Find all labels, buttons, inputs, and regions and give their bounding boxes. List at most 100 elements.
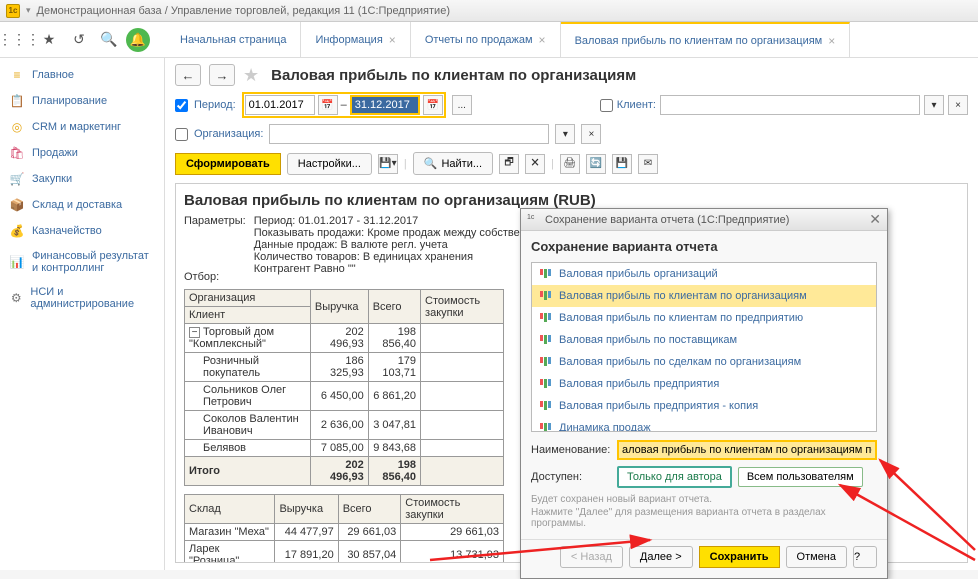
hint-text: Будет сохранен новый вариант отчета. [531,494,877,505]
variant-item[interactable]: Динамика продаж [532,417,876,432]
report-table-warehouses: СкладВыручкаВсегоСтоимость закупки Магаз… [184,494,504,563]
sidebar-item-crm[interactable]: ◎CRM и маркетинг [0,114,164,140]
collapse-icon[interactable]: 🗙 [525,154,545,174]
dash: – [341,99,347,111]
variant-item[interactable]: Валовая прибыль организаций [532,263,876,285]
table-row[interactable]: Ларек "Розница"17 891,2030 857,0413 731,… [185,541,504,564]
history-icon[interactable]: ↺ [66,27,92,53]
star-icon[interactable]: ★ [36,27,62,53]
generate-button[interactable]: Сформировать [175,153,281,175]
client-dropdown-icon[interactable]: ▾ [924,95,944,115]
navigation-sidebar: ≡Главное 📋Планирование ◎CRM и маркетинг … [0,58,165,570]
back-button[interactable]: < Назад [560,546,623,568]
period-ellipsis-button[interactable]: ... [452,95,472,115]
calendar-icon[interactable]: 📅 [423,95,443,115]
notification-bell-icon[interactable]: 🔔 [126,28,150,52]
favorite-star-icon[interactable]: ★ [243,65,259,86]
org-dropdown-icon[interactable]: ▾ [555,124,575,144]
dropdown-icon[interactable]: ▾ [26,5,31,16]
variant-label: Валовая прибыль организаций [559,268,718,280]
variant-name-input[interactable] [617,440,877,460]
tab-info[interactable]: Информация× [301,22,410,57]
dialog-titlebar[interactable]: 1c Сохранение варианта отчета (1С:Предпр… [521,209,887,231]
sidebar-item-fin[interactable]: 📊Финансовый результат и контроллинг [0,244,164,280]
client-checkbox[interactable] [600,99,613,112]
cell: 6 450,00 [310,382,368,411]
org-checkbox[interactable] [175,128,188,141]
email-icon[interactable]: ✉ [638,154,658,174]
sidebar-item-warehouse[interactable]: 📦Склад и доставка [0,192,164,218]
name-label: Наименование: [531,444,611,456]
period-checkbox[interactable] [175,99,188,112]
app-logo: 1c [527,214,539,226]
th-cost: Стоимость закупки [401,495,504,524]
th-wh: Склад [185,495,275,524]
table-row[interactable]: Магазин "Меха"44 477,9729 661,0329 661,0… [185,524,504,541]
date-from-input[interactable] [245,95,315,115]
tab-gross-profit[interactable]: Валовая прибыль по клиентам по организац… [561,22,851,57]
sidebar-item-nsi[interactable]: ⚙НСИ и администрирование [0,280,164,316]
table-row[interactable]: Сольников Олег Петрович6 450,006 861,20 [185,382,504,411]
date-to-input[interactable] [350,95,420,115]
sidebar-item-purchases[interactable]: 🛒Закупки [0,166,164,192]
table-row[interactable]: Розничный покупатель186 325,93179 103,71 [185,353,504,382]
variant-list[interactable]: Валовая прибыль организаций Валовая приб… [531,262,877,432]
table-row[interactable]: Белявов7 085,009 843,68 [185,440,504,457]
find-button[interactable]: 🔍Найти... [413,152,493,175]
cart-icon: 🛒 [10,172,24,186]
cell: Торговый дом "Комплексный" [189,326,274,350]
close-icon[interactable]: × [539,33,546,47]
back-button[interactable]: ← [175,64,201,86]
apps-icon[interactable]: ⋮⋮⋮ [6,27,32,53]
save-button[interactable]: Сохранить [699,546,780,568]
variant-item[interactable]: Валовая прибыль предприятия [532,373,876,395]
org-clear-icon[interactable]: × [581,124,601,144]
calendar-icon[interactable]: 📅 [318,95,338,115]
cell: 9 843,68 [368,440,420,457]
variant-label: Динамика продаж [559,422,651,432]
variant-label: Валовая прибыль предприятия [559,378,719,390]
variant-item[interactable]: Валовая прибыль по поставщикам [532,329,876,351]
table-row[interactable]: Соколов Валентин Иванович2 636,003 047,8… [185,411,504,440]
author-only-toggle[interactable]: Только для автора [617,466,732,488]
save-variant-icon[interactable]: 💾▾ [378,154,398,174]
expand-icon[interactable]: 🗗 [499,154,519,174]
cell: 30 857,04 [338,541,401,564]
availability-label: Доступен: [531,471,611,483]
variant-item[interactable]: Валовая прибыль по клиентам по предприят… [532,307,876,329]
close-icon[interactable]: × [828,34,835,48]
sidebar-item-planning[interactable]: 📋Планирование [0,88,164,114]
org-input[interactable] [269,124,549,144]
chart-icon [540,379,553,389]
close-icon[interactable]: ✕ [869,211,881,228]
variant-item[interactable]: Валовая прибыль по клиентам по организац… [532,285,876,307]
chart-icon [540,291,553,301]
sidebar-item-sales[interactable]: 🛍Продажи [0,140,164,166]
next-button[interactable]: Далее > [629,546,693,568]
print-icon[interactable]: 🖨 [560,154,580,174]
help-button[interactable]: ? [853,546,877,568]
cell: Белявов [185,440,311,457]
search-icon[interactable]: 🔍 [96,27,122,53]
client-clear-icon[interactable]: × [948,95,968,115]
variant-item[interactable]: Валовая прибыль по сделкам по организаци… [532,351,876,373]
forward-button[interactable]: → [209,64,235,86]
settings-button[interactable]: Настройки... [287,153,372,175]
dialog-heading: Сохранение варианта отчета [531,239,877,254]
cancel-button[interactable]: Отмена [786,546,847,568]
client-input[interactable] [660,95,920,115]
close-icon[interactable]: × [389,33,396,47]
collapse-toggle[interactable]: − [189,327,200,338]
table-row[interactable]: −Торговый дом "Комплексный"202 496,93198… [185,324,504,353]
variant-item[interactable]: Валовая прибыль предприятия - копия [532,395,876,417]
variant-label: Валовая прибыль по сделкам по организаци… [559,356,801,368]
page-title: Валовая прибыль по клиентам по организац… [271,67,636,84]
refresh-icon[interactable]: 🔄 [586,154,606,174]
tab-sales-reports[interactable]: Отчеты по продажам× [411,22,561,57]
cell: 198 856,40 [368,457,420,486]
tab-home[interactable]: Начальная страница [166,22,301,57]
sidebar-item-treasury[interactable]: 💰Казначейство [0,218,164,244]
save-icon[interactable]: 💾 [612,154,632,174]
all-users-toggle[interactable]: Всем пользователям [738,467,863,487]
sidebar-item-main[interactable]: ≡Главное [0,62,164,88]
